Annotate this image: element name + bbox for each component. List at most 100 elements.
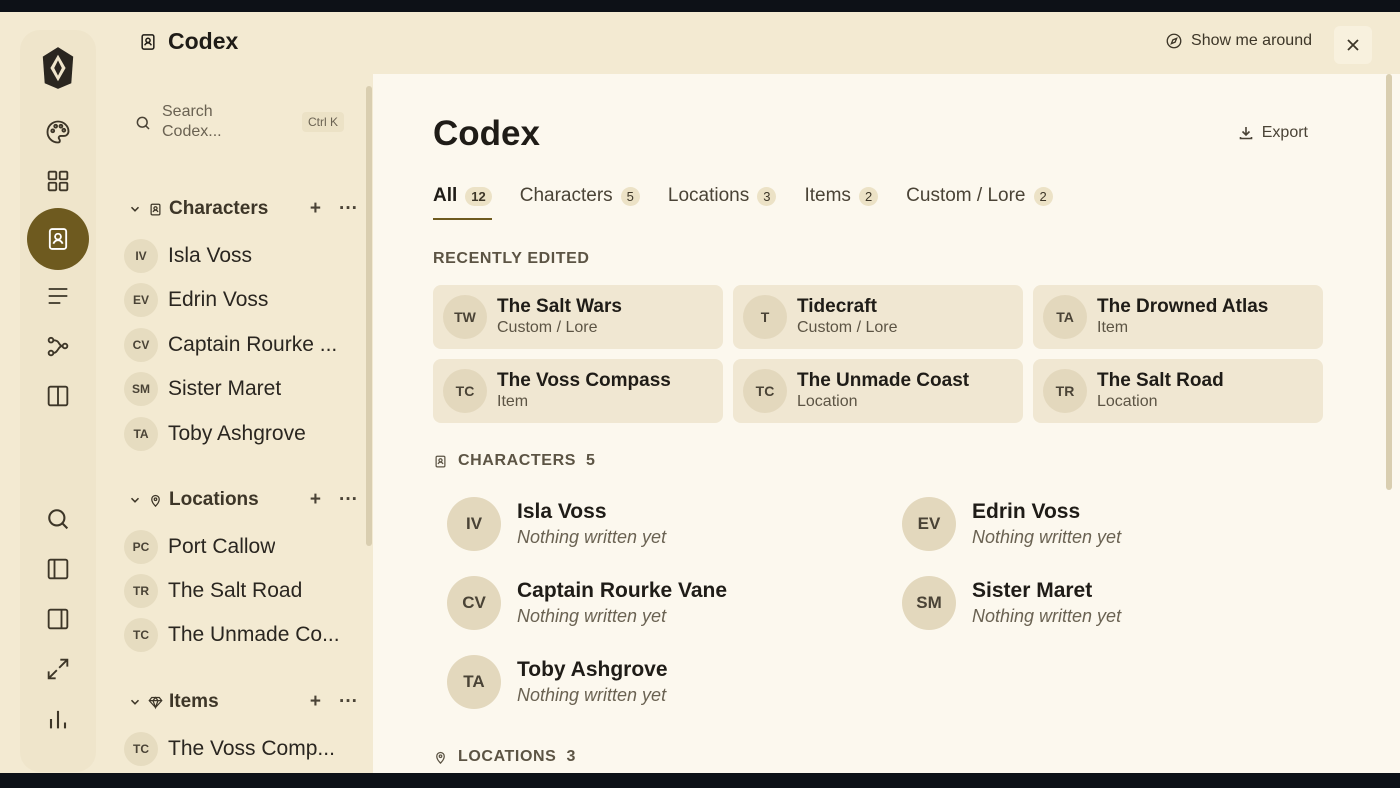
recent-card[interactable]: TC The Unmade Coast Location	[733, 359, 1023, 423]
gem-icon	[148, 695, 163, 709]
avatar: TC	[443, 369, 487, 413]
locations-heading: LOCATIONS 3	[433, 748, 576, 766]
export-button[interactable]: Export	[1238, 124, 1308, 142]
timeline-icon[interactable]	[27, 322, 89, 370]
group-characters[interactable]: Characters + ···	[128, 194, 358, 224]
avatar: IV	[447, 497, 501, 551]
search-icon	[136, 116, 150, 130]
sidebar-item-label: Isla Voss	[168, 244, 253, 267]
recent-card[interactable]: TA The Drowned Atlas Item	[1033, 285, 1323, 349]
grid-icon[interactable]	[27, 157, 89, 205]
recent-card[interactable]: TC The Voss Compass Item	[433, 359, 723, 423]
sidebar-search[interactable]: Search Codex... Ctrl K	[134, 102, 344, 142]
sidebar-item[interactable]: TR The Salt Road	[124, 572, 354, 610]
tab-label: Items	[804, 185, 851, 206]
tab-label: Locations	[667, 185, 750, 206]
character-name: Edrin Voss	[972, 500, 1081, 523]
sidebar-item[interactable]: EV Edrin Voss	[124, 281, 354, 319]
chevron-down-icon[interactable]	[128, 493, 142, 507]
app-window: Codex Show me around Search Codex... Ctr…	[0, 12, 1400, 773]
characters-more-button[interactable]: ···	[339, 198, 358, 220]
search-input[interactable]: Search Codex...	[162, 102, 272, 142]
codex-sidebar: Search Codex... Ctrl K Characters + ··· …	[110, 74, 373, 773]
stats-icon[interactable]	[27, 695, 89, 743]
avatar: T	[743, 295, 787, 339]
locations-more-button[interactable]: ···	[339, 489, 358, 511]
card-title: The Salt Road	[1097, 370, 1224, 391]
avatar: CV	[124, 328, 158, 362]
avatar: EV	[124, 283, 158, 317]
tab-characters[interactable]: Characters 5	[520, 178, 640, 214]
avatar: TW	[443, 295, 487, 339]
sidebar-item[interactable]: TC The Voss Comp...	[124, 730, 354, 768]
avatar: TC	[124, 618, 158, 652]
location-pin-icon	[436, 751, 445, 764]
category-tabs: All 12 Characters 5 Locations 3 Items 2 Cust…	[433, 178, 1053, 220]
character-entry[interactable]: EV Edrin Voss Nothing written yet	[902, 494, 1322, 554]
left-panel-icon[interactable]	[27, 545, 89, 593]
character-entry[interactable]: IV Isla Voss Nothing written yet	[447, 494, 867, 554]
avatar: TR	[1043, 369, 1087, 413]
tab-all[interactable]: All 12	[433, 178, 492, 220]
character-name: Captain Rourke Vane	[517, 579, 728, 602]
sidebar-item[interactable]: PC Port Callow	[124, 528, 354, 566]
sidebar-item[interactable]: SM Sister Maret	[124, 370, 354, 408]
chevron-down-icon[interactable]	[128, 695, 142, 709]
sidebar-item[interactable]: CV Captain Rourke ...	[124, 326, 354, 364]
main-content: Codex Export All 12 Characters 5 Locations…	[373, 74, 1400, 773]
character-note: Nothing written yet	[517, 606, 667, 626]
right-panel-icon[interactable]	[27, 595, 89, 643]
avatar: TC	[124, 732, 158, 766]
main-scrollbar[interactable]	[1386, 74, 1392, 490]
add-location-button[interactable]: +	[310, 489, 321, 511]
tab-locations[interactable]: Locations 3	[668, 178, 777, 214]
character-note: Nothing written yet	[517, 527, 667, 547]
tab-count: 3	[757, 186, 777, 206]
section-label: RECENTLY EDITED	[433, 250, 590, 267]
tab-custom-lore[interactable]: Custom / Lore 2	[906, 178, 1053, 214]
palette-icon[interactable]	[27, 108, 89, 156]
section-label: LOCATIONS	[458, 748, 557, 765]
items-more-button[interactable]: ···	[339, 691, 358, 713]
card-title: The Drowned Atlas	[1097, 296, 1269, 317]
sidebar-item[interactable]: TA Toby Ashgrove	[124, 415, 354, 453]
codex-icon	[141, 33, 155, 50]
group-label: Locations	[169, 489, 259, 510]
nav-rail	[0, 12, 110, 773]
recent-card[interactable]: TR The Salt Road Location	[1033, 359, 1323, 423]
character-entry[interactable]: SM Sister Maret Nothing written yet	[902, 573, 1322, 633]
expand-icon[interactable]	[27, 645, 89, 693]
app-logo-icon[interactable]	[36, 42, 80, 94]
character-note: Nothing written yet	[972, 606, 1122, 626]
recent-card[interactable]: T Tidecraft Custom / Lore	[733, 285, 1023, 349]
character-entry[interactable]: TA Toby Ashgrove Nothing written yet	[447, 652, 867, 712]
add-item-button[interactable]: +	[310, 691, 321, 713]
group-locations[interactable]: Locations + ···	[128, 485, 358, 515]
show-me-around-button[interactable]: Show me around	[1165, 32, 1312, 50]
search-shortcut: Ctrl K	[302, 112, 344, 132]
download-icon	[1239, 127, 1253, 140]
avatar: TA	[447, 655, 501, 709]
tab-count: 2	[1033, 186, 1053, 206]
card-type: Location	[1097, 393, 1158, 410]
sidebar-item[interactable]: TC The Unmade Co...	[124, 616, 354, 654]
sidebar-scrollbar[interactable]	[366, 86, 372, 546]
group-items[interactable]: Items + ···	[128, 687, 358, 717]
search-icon[interactable]	[27, 495, 89, 543]
tab-count: 2	[858, 186, 879, 206]
codex-nav-button[interactable]	[27, 208, 89, 270]
page-title: Codex	[433, 114, 540, 153]
sidebar-item-label: The Salt Road	[168, 579, 303, 602]
sidebar-item[interactable]: IV Isla Voss	[124, 237, 354, 275]
tab-items[interactable]: Items 2	[804, 178, 879, 214]
chevron-down-icon[interactable]	[128, 202, 142, 216]
add-character-button[interactable]: +	[310, 198, 321, 220]
recent-card[interactable]: TW The Salt Wars Custom / Lore	[433, 285, 723, 349]
card-type: Location	[797, 393, 858, 410]
character-note: Nothing written yet	[517, 685, 667, 705]
character-entry[interactable]: CV Captain Rourke Vane Nothing written yet	[447, 573, 867, 633]
book-icon[interactable]	[27, 372, 89, 420]
avatar: IV	[124, 239, 158, 273]
list-icon[interactable]	[27, 272, 89, 320]
close-button[interactable]	[1334, 26, 1372, 64]
